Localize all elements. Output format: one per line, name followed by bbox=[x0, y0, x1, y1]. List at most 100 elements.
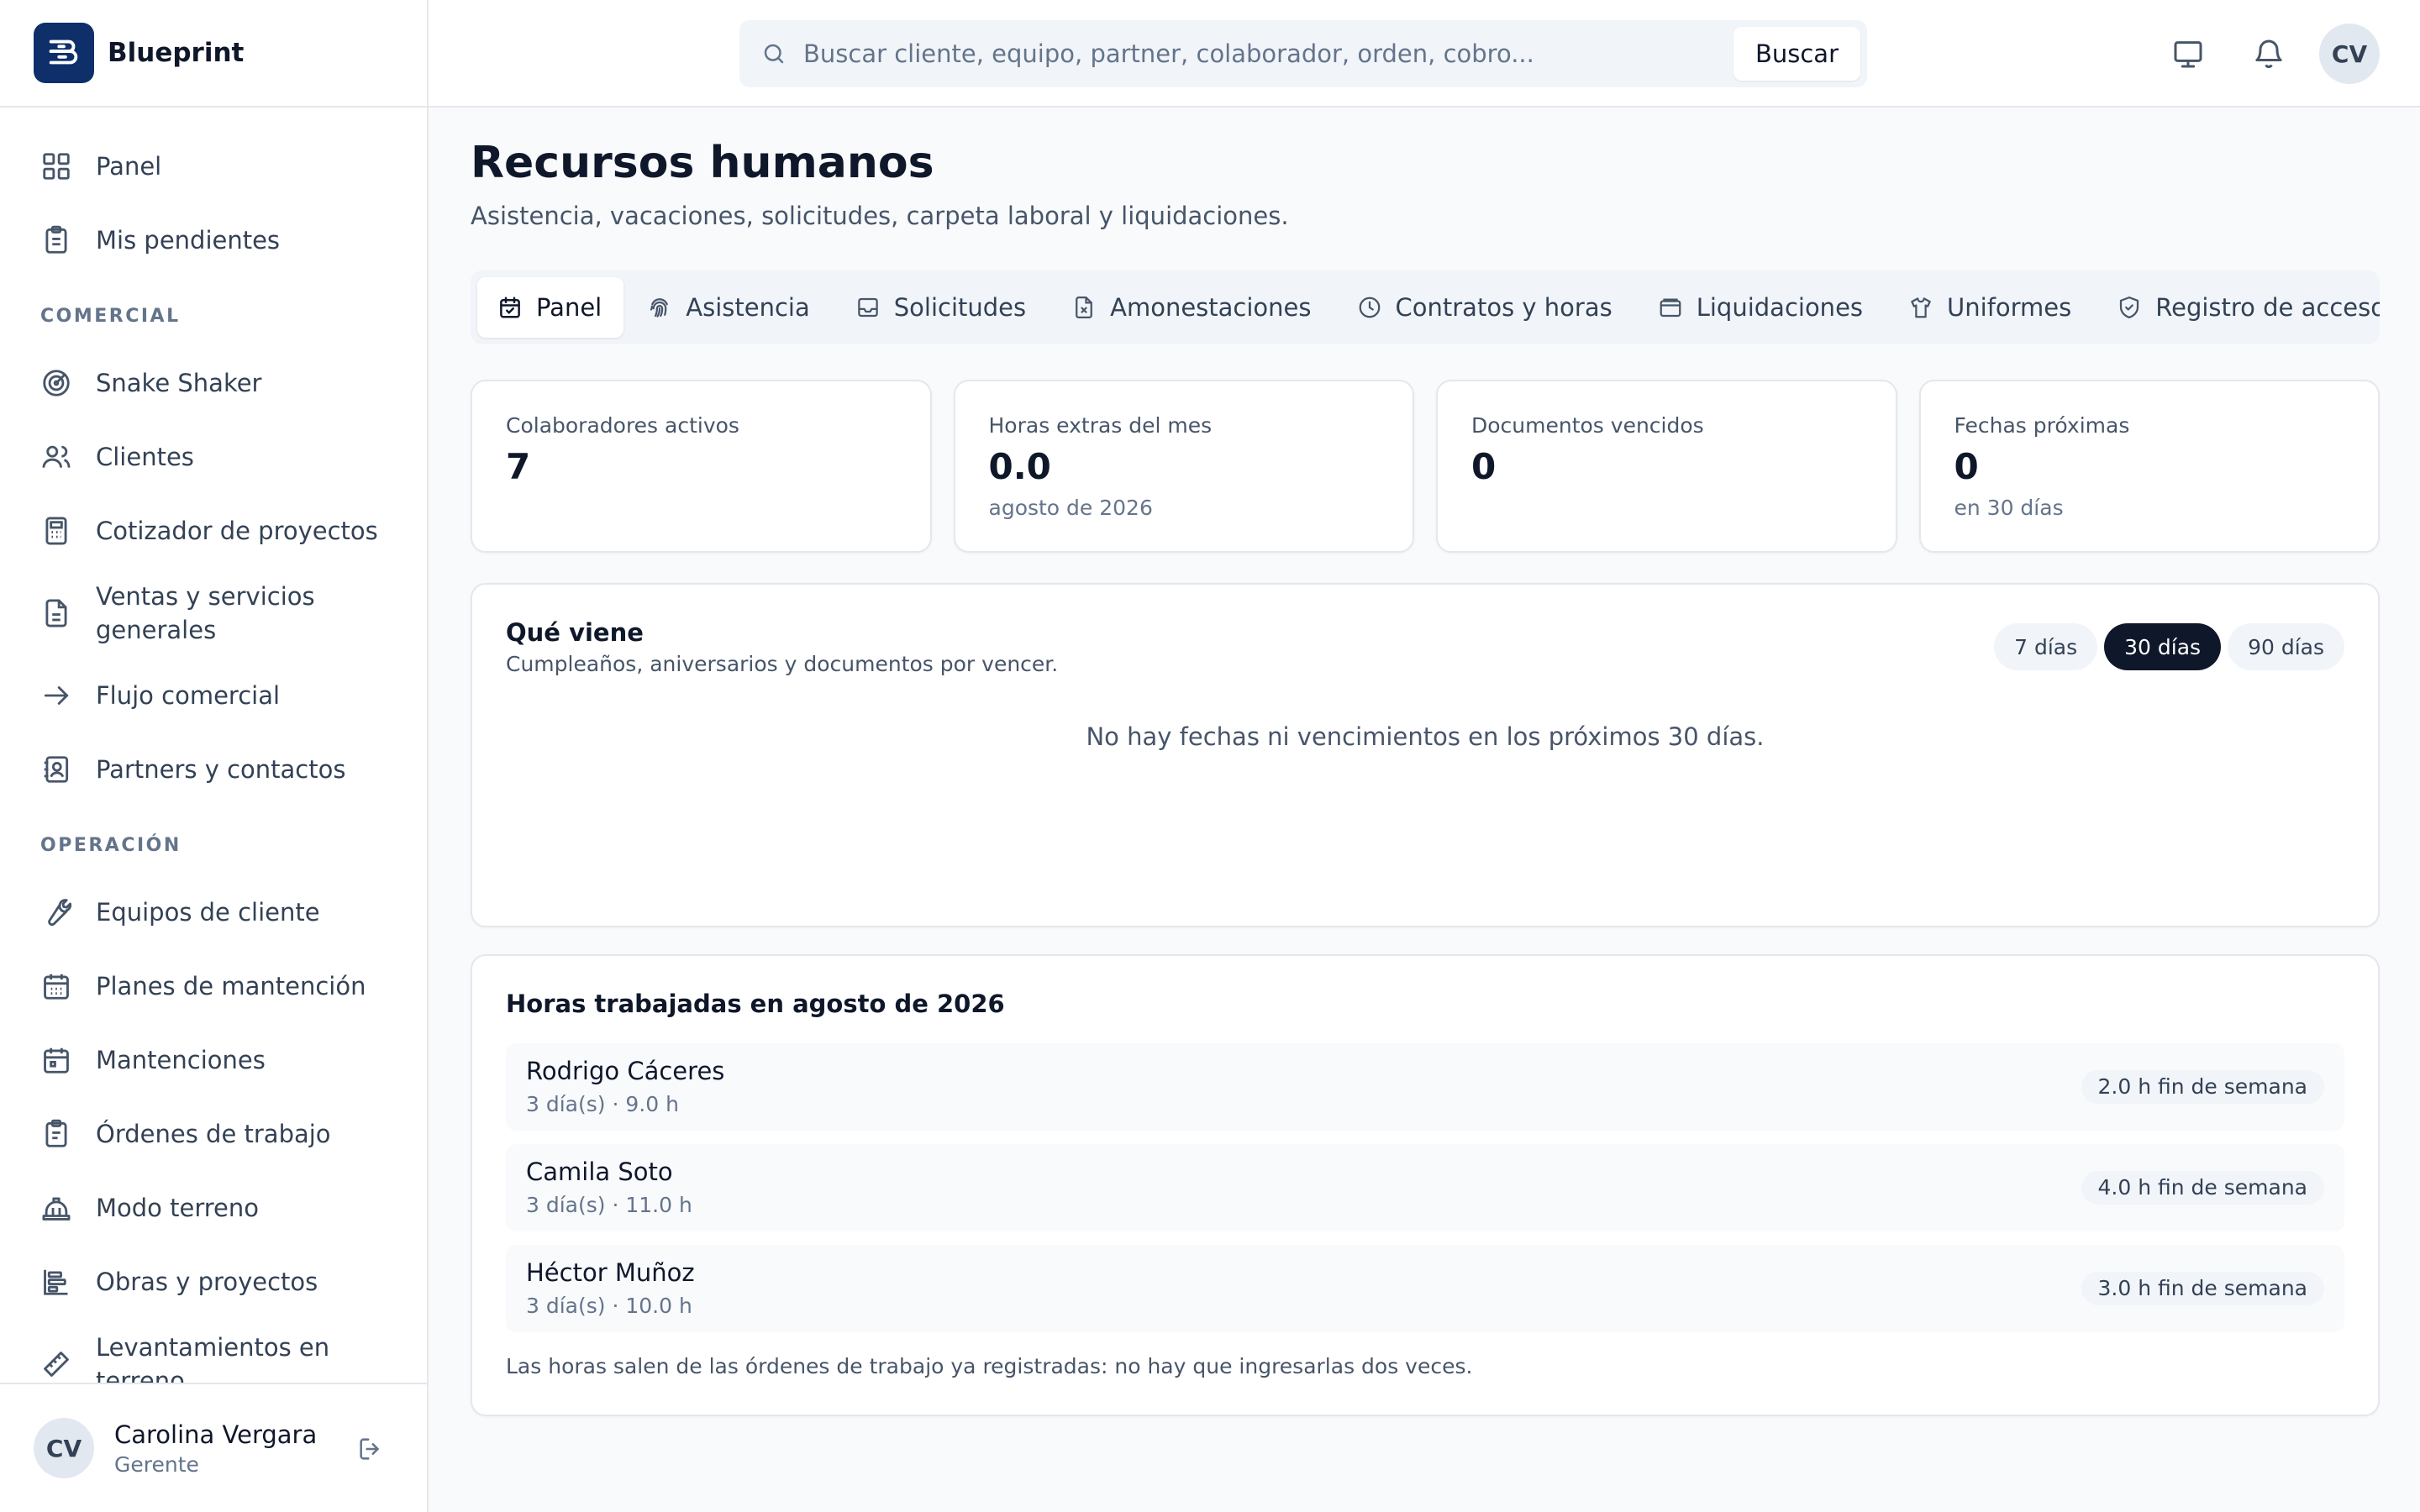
sidebar-section-title: COMERCIAL bbox=[40, 306, 181, 327]
tab-contratos-y-horas[interactable]: Contratos y horas bbox=[1337, 277, 1634, 338]
sidebar-item-label: Obras y proyectos bbox=[96, 1268, 318, 1296]
user-info: Carolina Vergara Gerente bbox=[114, 1420, 317, 1477]
tab-label: Amonestaciones bbox=[1110, 293, 1312, 322]
bell-icon[interactable] bbox=[2252, 37, 2286, 71]
sidebar-item-partners[interactable]: Partners y contactos bbox=[22, 732, 405, 806]
hours-summary: 3 día(s) · 11.0 h bbox=[526, 1193, 692, 1217]
weekend-hours-badge: 3.0 h fin de semana bbox=[2081, 1272, 2324, 1305]
sidebar-item-snake-shaker[interactable]: Snake Shaker bbox=[22, 346, 405, 420]
card-title: Qué viene bbox=[506, 618, 644, 647]
hard-hat-icon bbox=[40, 1192, 72, 1224]
stat-card: Fechas próximas 0 en 30 días bbox=[1918, 380, 2380, 553]
stat-card: Documentos vencidos 0 bbox=[1436, 380, 1897, 553]
avatar[interactable]: CV bbox=[2319, 24, 2380, 84]
tab-panel[interactable]: Panel bbox=[477, 277, 624, 338]
sidebar-item-ordenes[interactable]: Órdenes de trabajo bbox=[22, 1097, 405, 1171]
sidebar-item-label: Snake Shaker bbox=[96, 369, 262, 397]
file-icon bbox=[40, 597, 72, 629]
main-content: Recursos humanos Asistencia, vacaciones,… bbox=[471, 108, 2380, 1416]
sidebar-item-modo-terreno[interactable]: Modo terreno bbox=[22, 1171, 405, 1245]
sidebar-item-label: Clientes bbox=[96, 443, 194, 471]
tab-solicitudes[interactable]: Solicitudes bbox=[835, 277, 1048, 338]
search-button[interactable]: Buscar bbox=[1733, 27, 1860, 81]
tab-label: Registro de accesos bbox=[2155, 293, 2380, 322]
card-title: Horas trabajadas en agosto de 2026 bbox=[506, 990, 1005, 1018]
sidebar-item-label: Órdenes de trabajo bbox=[96, 1120, 331, 1148]
tab-label: Asistencia bbox=[686, 293, 810, 322]
employee-name: Camila Soto bbox=[526, 1158, 673, 1186]
sidebar-item-cotizador[interactable]: Cotizador de proyectos bbox=[22, 494, 405, 568]
shirt-icon bbox=[1908, 295, 1933, 320]
stat-label: Colaboradores activos bbox=[506, 413, 739, 438]
range-30-days-button[interactable]: 30 días bbox=[2104, 623, 2222, 670]
sidebar-item-flujo-comercial[interactable]: Flujo comercial bbox=[22, 659, 405, 732]
empty-state: No hay fechas ni vencimientos en los pró… bbox=[1086, 722, 1765, 751]
user-profile[interactable]: CV Carolina Vergara Gerente bbox=[0, 1383, 427, 1512]
calendar-check-icon bbox=[497, 295, 523, 320]
hours-summary: 3 día(s) · 10.0 h bbox=[526, 1294, 692, 1318]
shield-icon bbox=[2117, 295, 2142, 320]
sidebar-item-label: Panel bbox=[96, 152, 162, 181]
tab-label: Uniformes bbox=[1947, 293, 2072, 322]
tab-label: Liquidaciones bbox=[1696, 293, 1864, 322]
brand-name: Blueprint bbox=[108, 38, 245, 68]
sidebar-item-obras[interactable]: Obras y proyectos bbox=[22, 1245, 405, 1319]
gantt-icon bbox=[40, 1266, 72, 1298]
tab-label: Solicitudes bbox=[893, 293, 1027, 322]
stat-sub: en 30 días bbox=[1954, 496, 2064, 520]
list-item[interactable]: Camila Soto 3 día(s) · 11.0 h 4.0 h fin … bbox=[506, 1144, 2344, 1231]
target-icon bbox=[40, 367, 72, 399]
list-item[interactable]: Héctor Muñoz 3 día(s) · 10.0 h 3.0 h fin… bbox=[506, 1245, 2344, 1332]
hours-summary: 3 día(s) · 9.0 h bbox=[526, 1092, 679, 1116]
sidebar-item-equipos[interactable]: Equipos de cliente bbox=[22, 875, 405, 949]
calendar-grid-icon bbox=[40, 970, 72, 1002]
stat-sub: agosto de 2026 bbox=[988, 496, 1153, 520]
sidebar-item-label: Levantamientos en terreno bbox=[96, 1333, 330, 1383]
monitor-icon[interactable] bbox=[2171, 37, 2205, 71]
upcoming-card: Qué viene Cumpleaños, aniversarios y doc… bbox=[471, 583, 2380, 927]
tab-uniformes[interactable]: Uniformes bbox=[1888, 277, 2093, 338]
sidebar-item-levantamientos[interactable]: Levantamientos en terreno bbox=[22, 1319, 405, 1383]
sidebar-item-panel[interactable]: Panel bbox=[22, 129, 405, 203]
sidebar-item-label: Planes de mantención bbox=[96, 972, 366, 1000]
page-subtitle: Asistencia, vacaciones, solicitudes, car… bbox=[471, 202, 1289, 230]
page-title: Recursos humanos bbox=[471, 138, 934, 188]
tab-amonestaciones[interactable]: Amonestaciones bbox=[1051, 277, 1333, 338]
inbox-icon bbox=[855, 295, 881, 320]
grid-icon bbox=[40, 150, 72, 182]
sidebar-item-label: Partners y contactos bbox=[96, 755, 346, 784]
logout-icon[interactable] bbox=[356, 1435, 385, 1463]
tab-label: Panel bbox=[536, 293, 602, 322]
stat-value: 0 bbox=[1471, 446, 1497, 487]
range-90-days-button[interactable]: 90 días bbox=[2228, 623, 2344, 670]
employee-name: Héctor Muñoz bbox=[526, 1258, 695, 1287]
sidebar-item-label: Ventas y servicios generales bbox=[96, 582, 315, 644]
hours-footnote: Las horas salen de las órdenes de trabaj… bbox=[506, 1354, 1473, 1378]
wallet-icon bbox=[1658, 295, 1683, 320]
sidebar-item-ventas[interactable]: Ventas y servicios generales bbox=[22, 568, 405, 659]
stat-label: Horas extras del mes bbox=[988, 413, 1213, 438]
ruler-icon bbox=[40, 1348, 72, 1380]
users-icon bbox=[40, 441, 72, 473]
tab-registro-de-accesos[interactable]: Registro de accesos bbox=[2096, 277, 2380, 338]
avatar[interactable]: CV bbox=[34, 1418, 94, 1478]
tab-liquidaciones[interactable]: Liquidaciones bbox=[1638, 277, 1885, 338]
contact-icon bbox=[40, 753, 72, 785]
calendar-icon bbox=[40, 1044, 72, 1076]
sidebar-nav: Panel Mis pendientes COMERCIAL Snake Sha… bbox=[0, 108, 427, 1383]
sidebar-item-planes[interactable]: Planes de mantención bbox=[22, 949, 405, 1023]
list-item[interactable]: Rodrigo Cáceres 3 día(s) · 9.0 h 2.0 h f… bbox=[506, 1043, 2344, 1131]
stat-value: 0 bbox=[1954, 446, 1979, 487]
sidebar-item-label: Mantenciones bbox=[96, 1046, 266, 1074]
sidebar-item-mantenciones[interactable]: Mantenciones bbox=[22, 1023, 405, 1097]
sidebar-item-clientes[interactable]: Clientes bbox=[22, 420, 405, 494]
brand[interactable]: Blueprint bbox=[0, 0, 427, 108]
sidebar-item-mis-pendientes[interactable]: Mis pendientes bbox=[22, 203, 405, 277]
search-bar: Buscar bbox=[739, 20, 1867, 87]
logo-icon bbox=[34, 23, 94, 83]
range-7-days-button[interactable]: 7 días bbox=[1994, 623, 2098, 670]
tab-asistencia[interactable]: Asistencia bbox=[627, 277, 831, 338]
tab-label: Contratos y horas bbox=[1395, 293, 1612, 322]
search-input[interactable] bbox=[803, 39, 1733, 68]
fingerprint-icon bbox=[647, 295, 672, 320]
